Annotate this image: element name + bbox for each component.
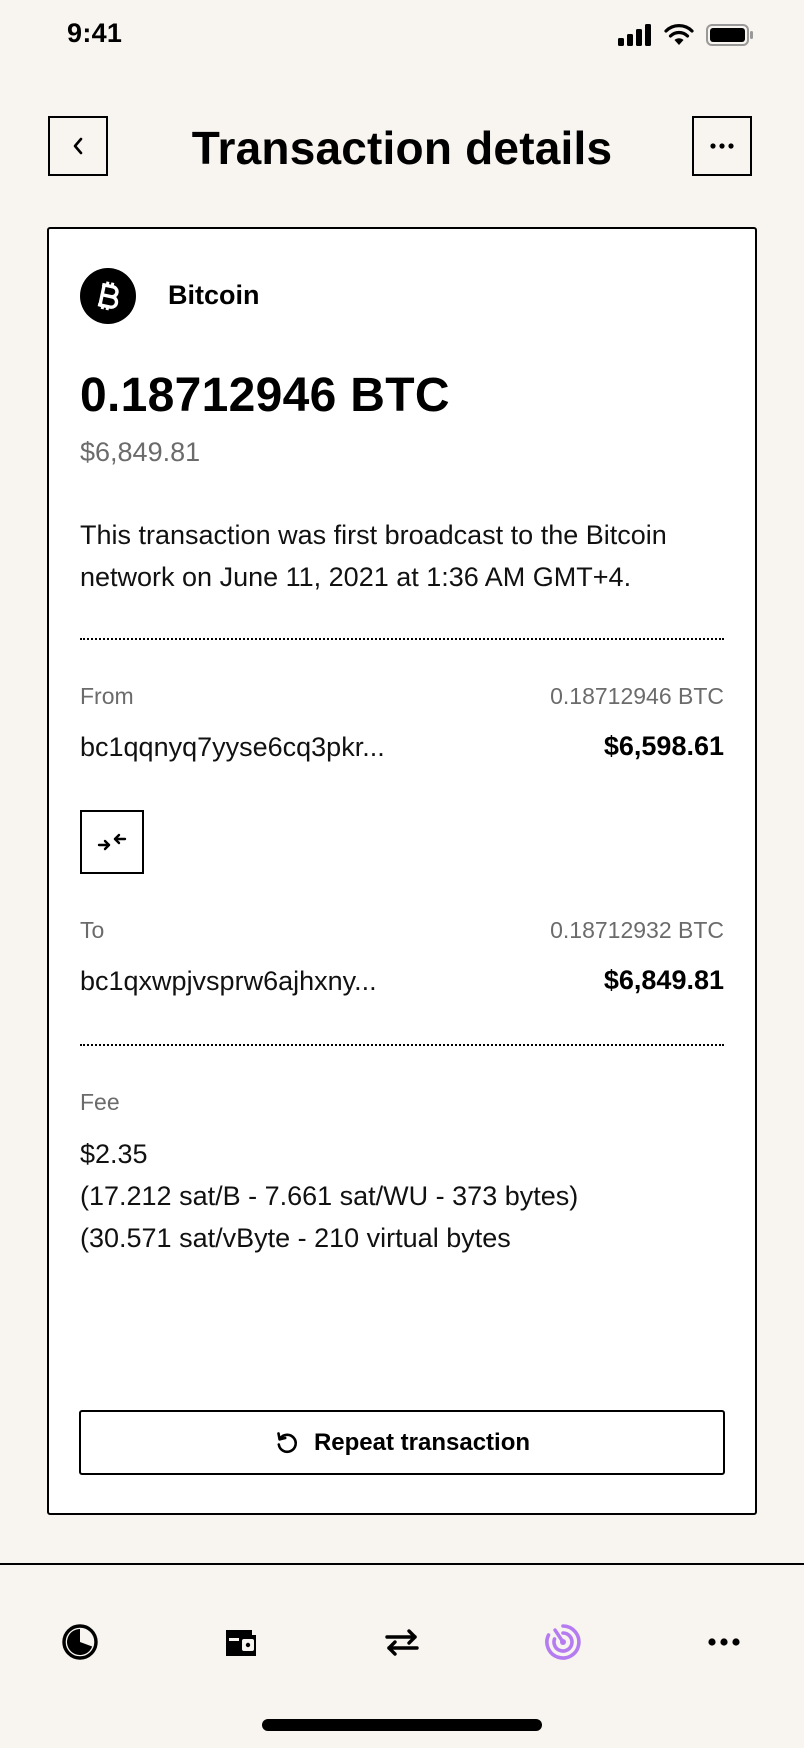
repeat-transaction-label: Repeat transaction — [313, 1428, 531, 1456]
battery-icon — [706, 24, 753, 46]
fee-details: $2.35 (17.212 sat/B - 7.661 sat/WU - 373… — [80, 1133, 578, 1259]
to-address[interactable]: bc1qxwpjvsprw6ajhxny... — [80, 966, 377, 997]
nav-divider — [0, 1563, 804, 1565]
transaction-description: This transaction was first broadcast to … — [80, 520, 667, 592]
to-usd-amount: $6,849.81 — [603, 965, 724, 995]
status-icons — [618, 24, 754, 46]
more-icon — [708, 1638, 740, 1646]
fee-amount: $2.35 — [80, 1139, 148, 1169]
arrows-converge-icon — [97, 833, 127, 851]
more-options-button[interactable] — [692, 116, 752, 176]
nav-more[interactable] — [694, 1612, 754, 1672]
wifi-icon — [664, 24, 694, 45]
divider — [80, 1044, 724, 1046]
wallet-icon — [226, 1630, 256, 1656]
to-label: To — [80, 917, 105, 943]
bitcoin-icon — [80, 268, 136, 324]
from-btc-amount: 0.18712946 BTC — [550, 683, 724, 709]
nav-wallet[interactable] — [211, 1612, 271, 1672]
divider — [80, 638, 724, 640]
to-btc-amount: 0.18712932 BTC — [550, 917, 724, 943]
page-title: Transaction details — [191, 122, 613, 174]
nav-activity[interactable] — [533, 1612, 593, 1672]
from-usd-amount: $6,598.61 — [603, 731, 724, 761]
from-address[interactable]: bc1qqnyq7yyse6cq3pkr... — [80, 732, 385, 763]
fee-detail-vbytes: (30.571 sat/vByte - 210 virtual bytes — [80, 1223, 511, 1253]
ellipsis-icon — [710, 143, 734, 149]
fee-detail-bytes: (17.212 sat/B - 7.661 sat/WU - 373 bytes… — [80, 1181, 579, 1211]
repeat-icon — [277, 1431, 297, 1453]
from-label: From — [80, 683, 134, 709]
activity-icon — [545, 1624, 581, 1660]
swap-direction-button[interactable] — [80, 810, 144, 874]
fee-label: Fee — [80, 1089, 120, 1115]
repeat-transaction-button[interactable]: Repeat transaction — [79, 1410, 725, 1475]
nav-exchange[interactable] — [372, 1612, 432, 1672]
home-indicator — [262, 1719, 542, 1731]
bottom-navigation — [0, 1612, 804, 1672]
nav-portfolio[interactable] — [50, 1612, 110, 1672]
portfolio-icon — [62, 1624, 98, 1660]
cellular-signal-icon — [618, 24, 651, 46]
coin-name: Bitcoin — [168, 280, 260, 310]
exchange-icon — [385, 1629, 419, 1656]
transaction-amount-fiat: $6,849.81 — [80, 437, 201, 467]
transaction-amount: 0.18712946 BTC — [80, 369, 450, 422]
status-time: 9:41 — [67, 18, 123, 48]
